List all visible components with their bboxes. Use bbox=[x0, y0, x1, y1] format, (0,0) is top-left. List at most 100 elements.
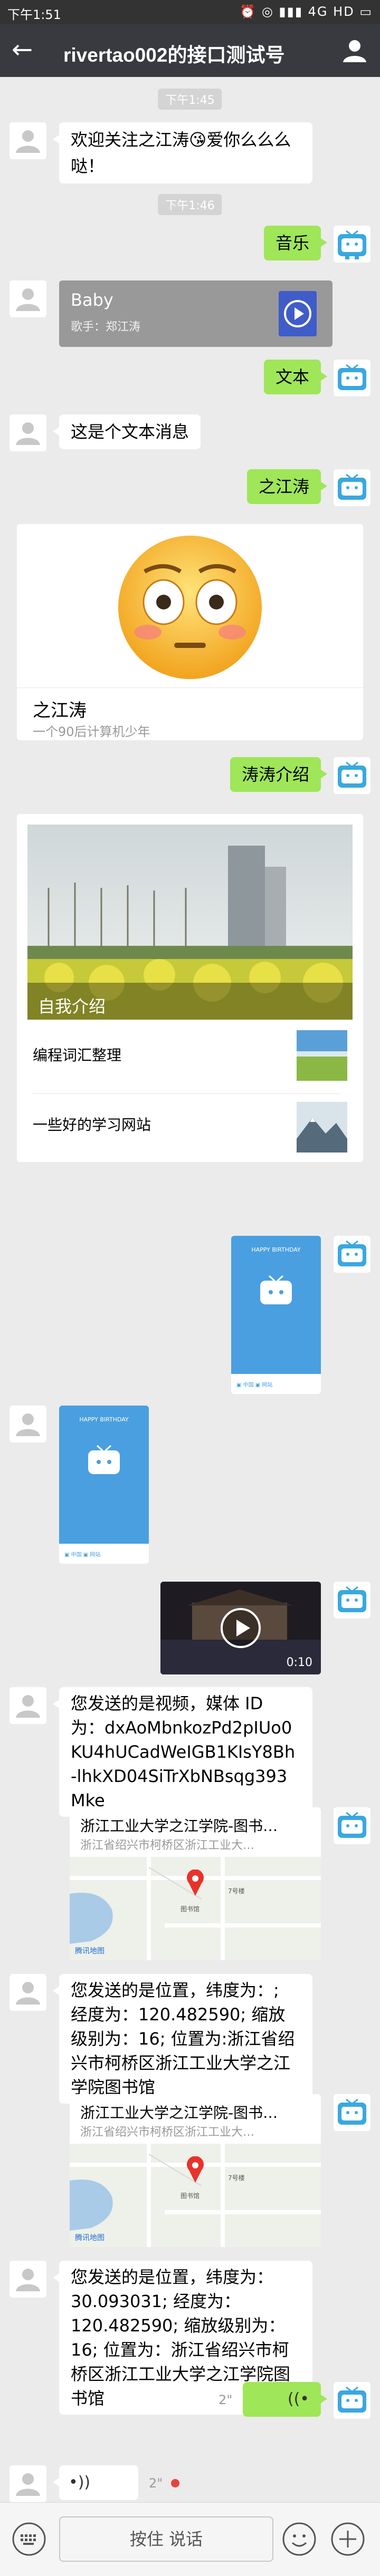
hold-to-talk-button[interactable]: 按住 说话 bbox=[59, 2516, 273, 2562]
default-avatar-icon bbox=[10, 122, 46, 159]
location-title: 浙江工业大学之江学院-图书… bbox=[80, 1817, 278, 1835]
map-poi: 图书馆 bbox=[180, 2192, 200, 2200]
voice-wave-icon: •)) bbox=[69, 2473, 91, 2492]
avatar[interactable] bbox=[10, 122, 46, 159]
timestamp: 下午1:45 bbox=[158, 89, 222, 110]
tv-avatar-icon bbox=[334, 2382, 370, 2419]
default-avatar-icon bbox=[10, 2465, 46, 2502]
news-cover-image[interactable] bbox=[27, 825, 353, 1020]
image-message[interactable]: HAPPY BIRTHDAY ▣ 中国 ▣ 网站 bbox=[59, 1406, 149, 1564]
tv-avatar-icon bbox=[334, 1807, 370, 1844]
image-caption: HAPPY BIRTHDAY bbox=[251, 1246, 301, 1253]
news-item-thumbnail[interactable] bbox=[297, 1030, 347, 1081]
music-play-icon[interactable] bbox=[279, 291, 317, 336]
avatar[interactable] bbox=[334, 2382, 370, 2419]
status-icons: ⏰ ◎ ▮▮▮ 4G HD ▭ bbox=[240, 4, 373, 19]
article-description: 一个90后计算机少年 bbox=[33, 724, 150, 739]
voice-wave-icon: ((• bbox=[287, 2390, 309, 2408]
message-bubble[interactable]: 文本 bbox=[263, 360, 328, 394]
music-singer: 歌手：郑江涛 bbox=[71, 321, 141, 334]
news-item-thumbnail[interactable] bbox=[297, 1102, 347, 1153]
keyboard-icon[interactable] bbox=[12, 2522, 46, 2556]
map-poi: 图书馆 bbox=[180, 1905, 200, 1913]
avatar[interactable] bbox=[10, 280, 46, 317]
emoji-icon[interactable] bbox=[282, 2522, 317, 2556]
tv-avatar-icon bbox=[334, 1236, 370, 1273]
avatar[interactable] bbox=[10, 1406, 46, 1442]
page-title: rivertao002的接口测试号 bbox=[63, 44, 285, 66]
default-avatar-icon bbox=[10, 1974, 46, 2011]
tv-logo-icon bbox=[260, 1275, 292, 1304]
avatar[interactable] bbox=[10, 414, 46, 451]
location-address: 浙江省绍兴市柯桥区浙江工业大… bbox=[80, 1839, 255, 1852]
back-arrow-icon[interactable]: ← bbox=[12, 36, 33, 63]
avatar[interactable] bbox=[334, 360, 370, 396]
map-pin-icon bbox=[187, 2156, 204, 2183]
flushed-emoji-icon bbox=[118, 536, 262, 679]
tv-avatar-icon bbox=[334, 469, 370, 506]
message-bubble[interactable]: 这是个文本消息 bbox=[52, 414, 201, 449]
avatar[interactable] bbox=[334, 757, 370, 794]
avatar[interactable] bbox=[334, 2094, 370, 2131]
music-card[interactable]: Baby 歌手：郑江涛 bbox=[59, 280, 332, 347]
map-building: 7号楼 bbox=[228, 2174, 245, 2182]
news-item-title[interactable]: 一些好的学习网站 bbox=[33, 1113, 151, 1135]
article-card[interactable]: 之江涛 一个90后计算机少年 bbox=[17, 524, 363, 740]
title-bar: ← rivertao002的接口测试号 bbox=[0, 24, 380, 77]
map-building: 7号楼 bbox=[228, 1887, 245, 1895]
avatar[interactable] bbox=[334, 226, 370, 263]
message-bubble[interactable]: 音乐 bbox=[263, 226, 328, 260]
default-avatar-icon bbox=[10, 1406, 46, 1442]
map-provider: 腾讯地图 bbox=[75, 2234, 104, 2242]
avatar[interactable] bbox=[10, 2465, 46, 2502]
status-bar: 下午1:51 ⏰ ◎ ▮▮▮ 4G HD ▭ bbox=[0, 0, 380, 24]
tv-avatar-icon bbox=[334, 1582, 370, 1619]
voice-message[interactable]: •)) bbox=[53, 2465, 138, 2500]
tv-logo-icon bbox=[88, 1445, 120, 1474]
location-title: 浙江工业大学之江学院-图书… bbox=[80, 2104, 278, 2122]
tv-avatar-icon bbox=[334, 757, 370, 794]
avatar[interactable] bbox=[334, 1236, 370, 1273]
image-caption: HAPPY BIRTHDAY bbox=[79, 1416, 129, 1423]
message-bubble[interactable]: 您发送的是位置，纬度为：; 经度为：120.482590; 缩放级别为：16; … bbox=[53, 1974, 312, 2104]
news-item-title[interactable]: 编程词汇整理 bbox=[33, 1044, 121, 1065]
article-title: 之江涛 bbox=[33, 700, 87, 721]
default-avatar-icon bbox=[10, 414, 46, 451]
map-pin-icon bbox=[187, 1870, 204, 1896]
voice-message[interactable]: ((• bbox=[243, 2382, 327, 2417]
message-bubble[interactable]: 涛涛介绍 bbox=[230, 757, 328, 792]
music-title: Baby bbox=[71, 290, 113, 310]
map-provider: 腾讯地图 bbox=[75, 1947, 104, 1955]
video-message[interactable]: 0:10 bbox=[160, 1582, 321, 1674]
tv-avatar-icon bbox=[334, 226, 370, 263]
avatar[interactable] bbox=[10, 1974, 46, 2011]
default-avatar-icon bbox=[10, 2261, 46, 2298]
video-duration: 0:10 bbox=[286, 1656, 312, 1669]
image-message[interactable]: HAPPY BIRTHDAY ▣ 中国 ▣ 网站 bbox=[231, 1236, 321, 1394]
tv-avatar-icon bbox=[334, 2094, 370, 2131]
avatar[interactable] bbox=[334, 1807, 370, 1844]
message-bubble[interactable]: 之江涛 bbox=[246, 469, 328, 504]
default-avatar-icon bbox=[10, 280, 46, 317]
tv-avatar-icon bbox=[334, 360, 370, 396]
timestamp: 下午1:46 bbox=[158, 194, 222, 215]
avatar[interactable] bbox=[10, 1687, 46, 1724]
input-bar: 按住 说话 bbox=[0, 2502, 380, 2576]
unread-dot bbox=[171, 2479, 179, 2487]
news-card[interactable]: 自我介绍 编程词汇整理 一些好的学习网站 bbox=[17, 814, 363, 1162]
location-message[interactable]: 浙江工业大学之江学院-图书… 浙江省绍兴市柯桥区浙江工业大… 图书馆 7号楼 腾… bbox=[70, 2094, 321, 2247]
message-bubble[interactable]: 您发送的是视频，媒体 ID 为：dxAoMbnkozPd2pIUo0KU4hUC… bbox=[53, 1687, 312, 1817]
location-message[interactable]: 浙江工业大学之江学院-图书… 浙江省绍兴市柯桥区浙江工业大… 图书馆 7号楼 腾… bbox=[70, 1807, 321, 1960]
location-address: 浙江省绍兴市柯桥区浙江工业大… bbox=[80, 2126, 255, 2139]
default-avatar-icon bbox=[10, 1687, 46, 1724]
status-time: 下午1:51 bbox=[7, 7, 61, 22]
avatar[interactable] bbox=[10, 2261, 46, 2298]
person-icon[interactable] bbox=[342, 38, 367, 63]
voice-duration: 2" bbox=[149, 2476, 163, 2491]
play-icon[interactable] bbox=[220, 1607, 262, 1649]
chat-area[interactable]: 下午1:45 欢迎关注之江涛😘爱你么么么哒！ 下午1:46 音乐 Baby 歌手… bbox=[0, 77, 380, 2502]
avatar[interactable] bbox=[334, 469, 370, 506]
plus-icon[interactable] bbox=[330, 2522, 365, 2556]
avatar[interactable] bbox=[334, 1582, 370, 1619]
message-bubble[interactable]: 欢迎关注之江涛😘爱你么么么哒！ bbox=[53, 122, 312, 183]
